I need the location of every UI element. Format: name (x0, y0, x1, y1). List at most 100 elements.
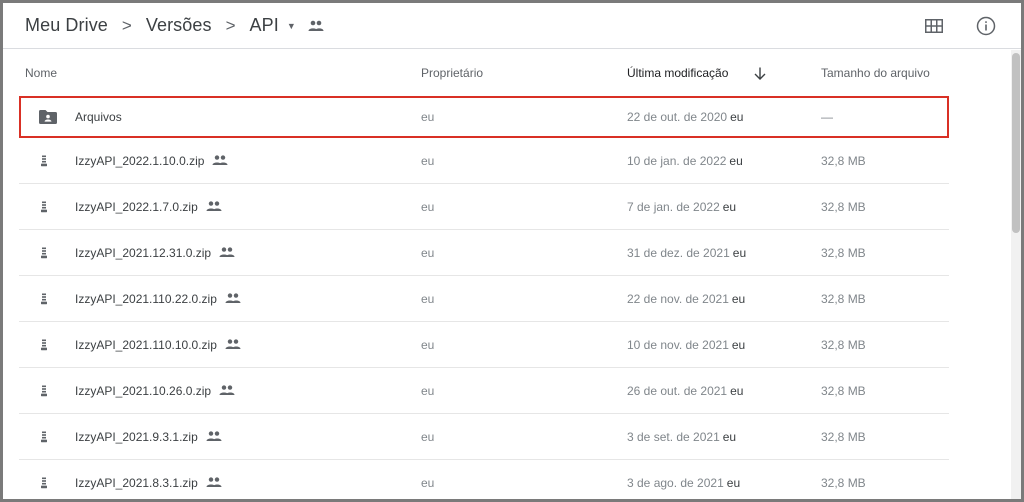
grid-view-icon[interactable] (921, 13, 947, 39)
scrollbar-thumb[interactable] (1012, 53, 1020, 233)
file-name: Arquivos (75, 110, 122, 124)
file-row[interactable]: IzzyAPI_2021.110.10.0.zip eu 10 de nov. de… (19, 322, 949, 368)
drive-window: Meu Drive > Versões > API ▼ Nome Proprie… (0, 0, 1024, 502)
owner-cell: eu (421, 475, 435, 490)
shared-people-icon (225, 339, 241, 350)
modified-date: 22 de out. de 2020 (627, 110, 728, 124)
owner-cell: eu (421, 429, 435, 444)
zip-file-icon (39, 339, 49, 351)
shared-people-icon (219, 385, 235, 396)
size-cell: 32,8 MB (821, 383, 866, 398)
modified-by: eu (731, 291, 746, 306)
modified-date: 22 de nov. de 2021 (627, 291, 729, 306)
size-cell: — (821, 110, 833, 124)
modified-cell: 3 de set. de 2021 eu (627, 430, 736, 444)
shared-people-icon (219, 247, 235, 258)
breadcrumb-separator: > (121, 15, 132, 35)
breadcrumb-item-meu-drive[interactable]: Meu Drive (25, 15, 108, 36)
sort-arrow-down-icon[interactable] (754, 67, 766, 80)
modified-date: 7 de jan. de 2022 (627, 199, 720, 214)
size-cell: 32,8 MB (821, 153, 866, 168)
file-name-text: IzzyAPI_2021.9.3.1.zip (75, 429, 198, 444)
caret-down-icon[interactable]: ▼ (287, 21, 296, 31)
modified-cell: 10 de jan. de 2022 eu (627, 154, 743, 168)
owner-cell: eu (421, 199, 435, 214)
modified-by: eu (731, 337, 746, 352)
shared-folder-icon (39, 110, 57, 124)
modified-by: eu (732, 245, 747, 260)
shared-people-icon (206, 477, 222, 488)
zip-file-icon (39, 385, 49, 397)
file-row[interactable]: IzzyAPI_2021.9.3.1.zip eu 3 de set. de 202… (19, 414, 949, 460)
zip-file-icon (39, 201, 49, 213)
size-cell: 32,8 MB (821, 291, 866, 306)
file-row[interactable]: IzzyAPI_2021.12.31.0.zip eu 31 de dez. de … (19, 230, 949, 276)
size-cell: 32,8 MB (821, 245, 866, 260)
modified-by: eu (729, 153, 743, 168)
owner-cell: eu (421, 337, 435, 352)
file-name-text: IzzyAPI_2021.12.31.0.zip (75, 245, 212, 260)
file-row[interactable]: IzzyAPI_2021.8.3.1.zip eu 3 de ago. de 202… (19, 460, 949, 499)
modified-date: 3 de ago. de 2021 (627, 475, 724, 490)
file-row[interactable]: IzzyAPI_2022.1.7.0.zip eu 7 de jan. de 202… (19, 184, 949, 230)
modified-date: 31 de dez. de 2021 (627, 245, 730, 260)
file-list: Arquivos eu 22 de out. de 2020 eu — IzzyAPI_2… (19, 96, 949, 499)
size-cell: 32,8 MB (821, 429, 866, 444)
file-name: IzzyAPI_2022.1.10.0.zip (75, 154, 228, 168)
column-header-modified[interactable]: Última modificação (627, 66, 766, 80)
info-icon[interactable] (973, 13, 999, 39)
modified-cell: 3 de ago. de 2021 eu (627, 476, 740, 490)
file-name: IzzyAPI_2021.8.3.1.zip (75, 476, 222, 490)
file-name-text: IzzyAPI_2021.110.10.0.zip (75, 337, 217, 352)
zip-file-icon (39, 293, 49, 305)
breadcrumb-bar: Meu Drive > Versões > API ▼ (3, 3, 1021, 49)
folder-row[interactable]: Arquivos eu 22 de out. de 2020 eu — (19, 96, 949, 138)
file-name-text: IzzyAPI_2021.10.26.0.zip (75, 383, 212, 398)
modified-by: eu (722, 429, 737, 444)
shared-people-icon (212, 155, 228, 166)
file-row[interactable]: IzzyAPI_2021.110.22.0.zip eu 22 de nov. de… (19, 276, 949, 322)
modified-cell: 22 de out. de 2020 eu (627, 110, 743, 124)
modified-date: 10 de jan. de 2022 (627, 153, 727, 168)
breadcrumb-item-versoes[interactable]: Versões (146, 15, 212, 36)
zip-file-icon (39, 477, 49, 489)
file-name: IzzyAPI_2022.1.7.0.zip (75, 200, 222, 214)
modified-date: 3 de set. de 2021 (627, 429, 720, 444)
owner-cell: eu (421, 110, 435, 124)
file-name-text: Arquivos (75, 110, 122, 124)
modified-date: 26 de out. de 2021 (627, 383, 728, 398)
column-header-name[interactable]: Nome (25, 66, 57, 80)
file-name-text: IzzyAPI_2021.8.3.1.zip (75, 475, 198, 490)
file-row[interactable]: IzzyAPI_2021.10.26.0.zip eu 26 de out. de … (19, 368, 949, 414)
file-name: IzzyAPI_2021.110.10.0.zip (75, 338, 241, 352)
modified-by: eu (726, 475, 741, 490)
file-name: IzzyAPI_2021.12.31.0.zip (75, 246, 235, 260)
file-name: IzzyAPI_2021.110.22.0.zip (75, 292, 241, 306)
zip-file-icon (39, 431, 49, 443)
file-name: IzzyAPI_2021.9.3.1.zip (75, 430, 222, 444)
file-name-text: IzzyAPI_2022.1.7.0.zip (75, 199, 198, 214)
modified-by: eu (730, 110, 744, 124)
modified-by: eu (722, 199, 737, 214)
size-cell: 32,8 MB (821, 337, 866, 352)
modified-cell: 26 de out. de 2021 eu (627, 384, 743, 398)
file-name: IzzyAPI_2021.10.26.0.zip (75, 384, 235, 398)
column-header-size[interactable]: Tamanho do arquivo (821, 66, 930, 80)
owner-cell: eu (421, 245, 435, 260)
modified-cell: 31 de dez. de 2021 eu (627, 246, 746, 260)
zip-file-icon (39, 155, 49, 167)
shared-people-icon (206, 431, 222, 442)
modified-cell: 10 de nov. de 2021 eu (627, 338, 745, 352)
file-row[interactable]: IzzyAPI_2022.1.10.0.zip eu 10 de jan. de 2… (19, 138, 949, 184)
shared-people-icon (206, 201, 222, 212)
modified-by: eu (730, 383, 744, 398)
file-name-text: IzzyAPI_2021.110.22.0.zip (75, 291, 217, 306)
modified-cell: 22 de nov. de 2021 eu (627, 292, 745, 306)
size-cell: 32,8 MB (821, 475, 866, 490)
modified-cell: 7 de jan. de 2022 eu (627, 200, 736, 214)
shared-folder-icon (308, 20, 324, 32)
breadcrumb-separator: > (225, 15, 236, 35)
column-header-modified-label: Última modificação (627, 66, 729, 80)
breadcrumb-item-api[interactable]: API (250, 15, 279, 36)
column-header-owner[interactable]: Proprietário (421, 66, 483, 80)
